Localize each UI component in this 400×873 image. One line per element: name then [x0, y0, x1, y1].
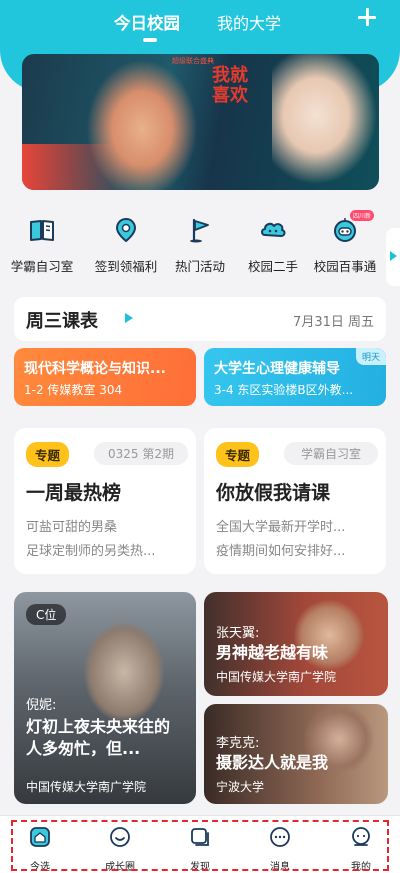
book-icon	[30, 220, 54, 241]
nav-item-discover[interactable]: 发现	[170, 826, 230, 873]
active-tab-indicator	[143, 38, 157, 42]
school-name: 中国传媒大学南广学院	[216, 670, 337, 684]
c-position-badge: C位	[26, 604, 67, 625]
schedule-title: 周三课表	[26, 311, 98, 332]
topic-source: 学霸自习室	[284, 442, 378, 465]
topic-tag: 专题	[26, 442, 70, 467]
home-icon	[30, 827, 50, 847]
schedule-header[interactable]: 周三课表 7月31日 周五	[14, 297, 386, 341]
topic-line: 足球定制师的另类热...	[26, 544, 156, 559]
nav-item-growth[interactable]: 成长圈	[90, 826, 150, 873]
feature-card-li[interactable]: 李克克: 摄影达人就是我 宁波大学	[204, 704, 388, 804]
topic-card-weekly-hot[interactable]: 专题 0325 第2期 一周最热榜 可盐可甜的男桑 足球定制师的另类热...	[14, 428, 196, 574]
feature-title: 灯初上夜未央来往的人多匆忙，但...	[26, 717, 171, 758]
author-name: 张天翼:	[216, 626, 260, 641]
feature-title: 男神越老越有味	[216, 643, 329, 662]
smile-icon	[110, 827, 130, 847]
quick-link-events[interactable]: 热门活动	[161, 216, 239, 275]
new-badge: 四川新	[350, 210, 375, 221]
banner-illustration-right	[272, 54, 379, 190]
topic-line: 疫情期间如何安排好...	[216, 544, 346, 559]
nav-item-messages[interactable]: 消息	[250, 826, 310, 873]
quick-link-check-in[interactable]: 签到领福利	[87, 216, 165, 275]
quick-link-study-room[interactable]: 学霸自习室	[3, 216, 81, 275]
tab-today-campus[interactable]: 今日校园	[114, 10, 180, 34]
add-icon[interactable]	[356, 6, 378, 28]
banner-headline: 我就喜欢	[212, 65, 248, 106]
banner-subtext: 超级联合盛典	[172, 57, 214, 65]
banner-illustration-left	[82, 54, 202, 190]
author-name: 倪妮:	[26, 698, 57, 713]
discover-icon	[191, 828, 209, 846]
feature-card-zhang[interactable]: 张天翼: 男神越老越有味 中国传媒大学南广学院	[204, 592, 388, 696]
play-arrow-icon	[125, 313, 133, 323]
course-card-next[interactable]: 明天 大学生心理健康辅导 3-4 东区实验楼B区外教...	[204, 348, 386, 406]
topic-title: 一周最热榜	[26, 482, 122, 504]
location-pin-icon	[115, 217, 137, 243]
topic-issue: 0325 第2期	[94, 442, 188, 465]
feature-card-nini[interactable]: C位 倪妮: 灯初上夜未央来往的人多匆忙，但... 中国传媒大学南广学院	[14, 592, 196, 804]
flag-icon	[190, 218, 209, 243]
message-icon	[270, 827, 290, 847]
bottom-navigation: 今选 成长圈 发现 消息 我的	[0, 815, 400, 873]
topic-tag: 专题	[216, 442, 260, 467]
profile-icon	[352, 827, 370, 846]
schedule-date: 7月31日 周五	[293, 315, 374, 330]
tomorrow-badge: 明天	[355, 348, 386, 365]
topic-line: 可盐可甜的男桑	[26, 520, 118, 535]
quick-link-secondhand[interactable]: 校园二手	[234, 216, 312, 275]
school-name: 中国传媒大学南广学院	[26, 780, 147, 794]
school-name: 宁波大学	[216, 780, 265, 794]
quick-link-campus-guide[interactable]: 四川新 校园百事通	[306, 210, 384, 275]
tab-my-university[interactable]: 我的大学	[217, 10, 281, 34]
topic-line: 全国大学最新开学时...	[216, 520, 346, 535]
feature-title: 摄影达人就是我	[216, 753, 329, 772]
promo-banner[interactable]: 超级联合盛典 我就喜欢	[22, 54, 379, 190]
course-card-current[interactable]: 现代科学概论与知识... 1-2 传媒教室 304	[14, 348, 196, 406]
scroll-right-arrow-icon[interactable]	[386, 228, 400, 286]
nav-item-profile[interactable]: 我的	[331, 826, 391, 873]
topic-card-holiday[interactable]: 专题 学霸自习室 你放假我请课 全国大学最新开学时... 疫情期间如何安排好..…	[204, 428, 386, 574]
topic-title: 你放假我请课	[216, 482, 331, 504]
photo	[84, 622, 164, 722]
nav-item-today[interactable]: 今选	[10, 826, 70, 873]
author-name: 李克克:	[216, 736, 260, 751]
cloud-icon	[261, 222, 286, 237]
top-tab-bar: 今日校园 我的大学	[0, 0, 400, 46]
quick-links: 学霸自习室 签到领福利 热门活动 校园二手 四川新 校园百事通	[0, 210, 400, 276]
